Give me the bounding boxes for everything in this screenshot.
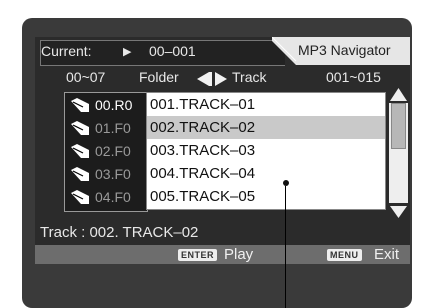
folder-icon — [71, 143, 89, 161]
folder-icon — [71, 189, 89, 207]
track-item[interactable]: 003.TRACK–03 — [147, 139, 385, 162]
folder-label: 01.F0 — [95, 120, 131, 136]
callout-line — [285, 186, 286, 308]
track-item[interactable]: 001.TRACK–01 — [147, 93, 385, 116]
exit-action-label[interactable]: Exit — [374, 246, 399, 263]
scroll-up-icon — [390, 88, 407, 101]
track-item[interactable]: 004.TRACK–04 — [147, 162, 385, 185]
folder-icon — [71, 97, 89, 115]
track-range: 001~015 — [326, 69, 381, 85]
play-action-label[interactable]: Play — [224, 246, 253, 263]
folder-label: 04.F0 — [95, 189, 131, 205]
folder-label: 03.F0 — [95, 166, 131, 182]
scroll-thumb[interactable] — [391, 103, 406, 149]
track-list: 001.TRACK–01 002.TRACK–02 003.TRACK–03 0… — [146, 92, 386, 210]
status-text: Track : 002. TRACK–02 — [40, 224, 199, 241]
folder-label: 02.F0 — [95, 143, 131, 159]
folder-label: 00.R0 — [95, 97, 133, 113]
track-column-label: Track — [232, 69, 267, 85]
menu-key-badge: MENU — [327, 249, 362, 261]
track-item-selected[interactable]: 002.TRACK–02 — [147, 116, 385, 139]
folder-range: 00~07 — [66, 69, 106, 85]
scroll-down-icon — [390, 206, 407, 218]
folder-icon — [71, 120, 89, 138]
switch-arrows-icon — [197, 72, 229, 91]
enter-key-badge: ENTER — [178, 249, 218, 261]
current-label: Current: — [41, 43, 92, 59]
current-value: 00–001 — [149, 43, 196, 59]
folder-item[interactable]: 00.R0 — [71, 97, 132, 116]
play-icon: ▶ — [123, 46, 132, 58]
folder-item[interactable]: 02.F0 — [71, 143, 131, 162]
folder-item[interactable]: 04.F0 — [71, 189, 131, 208]
navigator-title: MP3 Navigator — [298, 42, 391, 58]
folder-item[interactable]: 01.F0 — [71, 120, 131, 139]
folder-item[interactable]: 03.F0 — [71, 166, 131, 185]
track-item[interactable]: 005.TRACK–05 — [147, 185, 385, 208]
folder-list: 00.R0 01.F0 02.F0 03.F0 04.F0 — [64, 92, 148, 212]
folder-column-label: Folder — [139, 69, 179, 85]
callout-dot — [283, 180, 289, 186]
folder-icon — [71, 166, 89, 184]
